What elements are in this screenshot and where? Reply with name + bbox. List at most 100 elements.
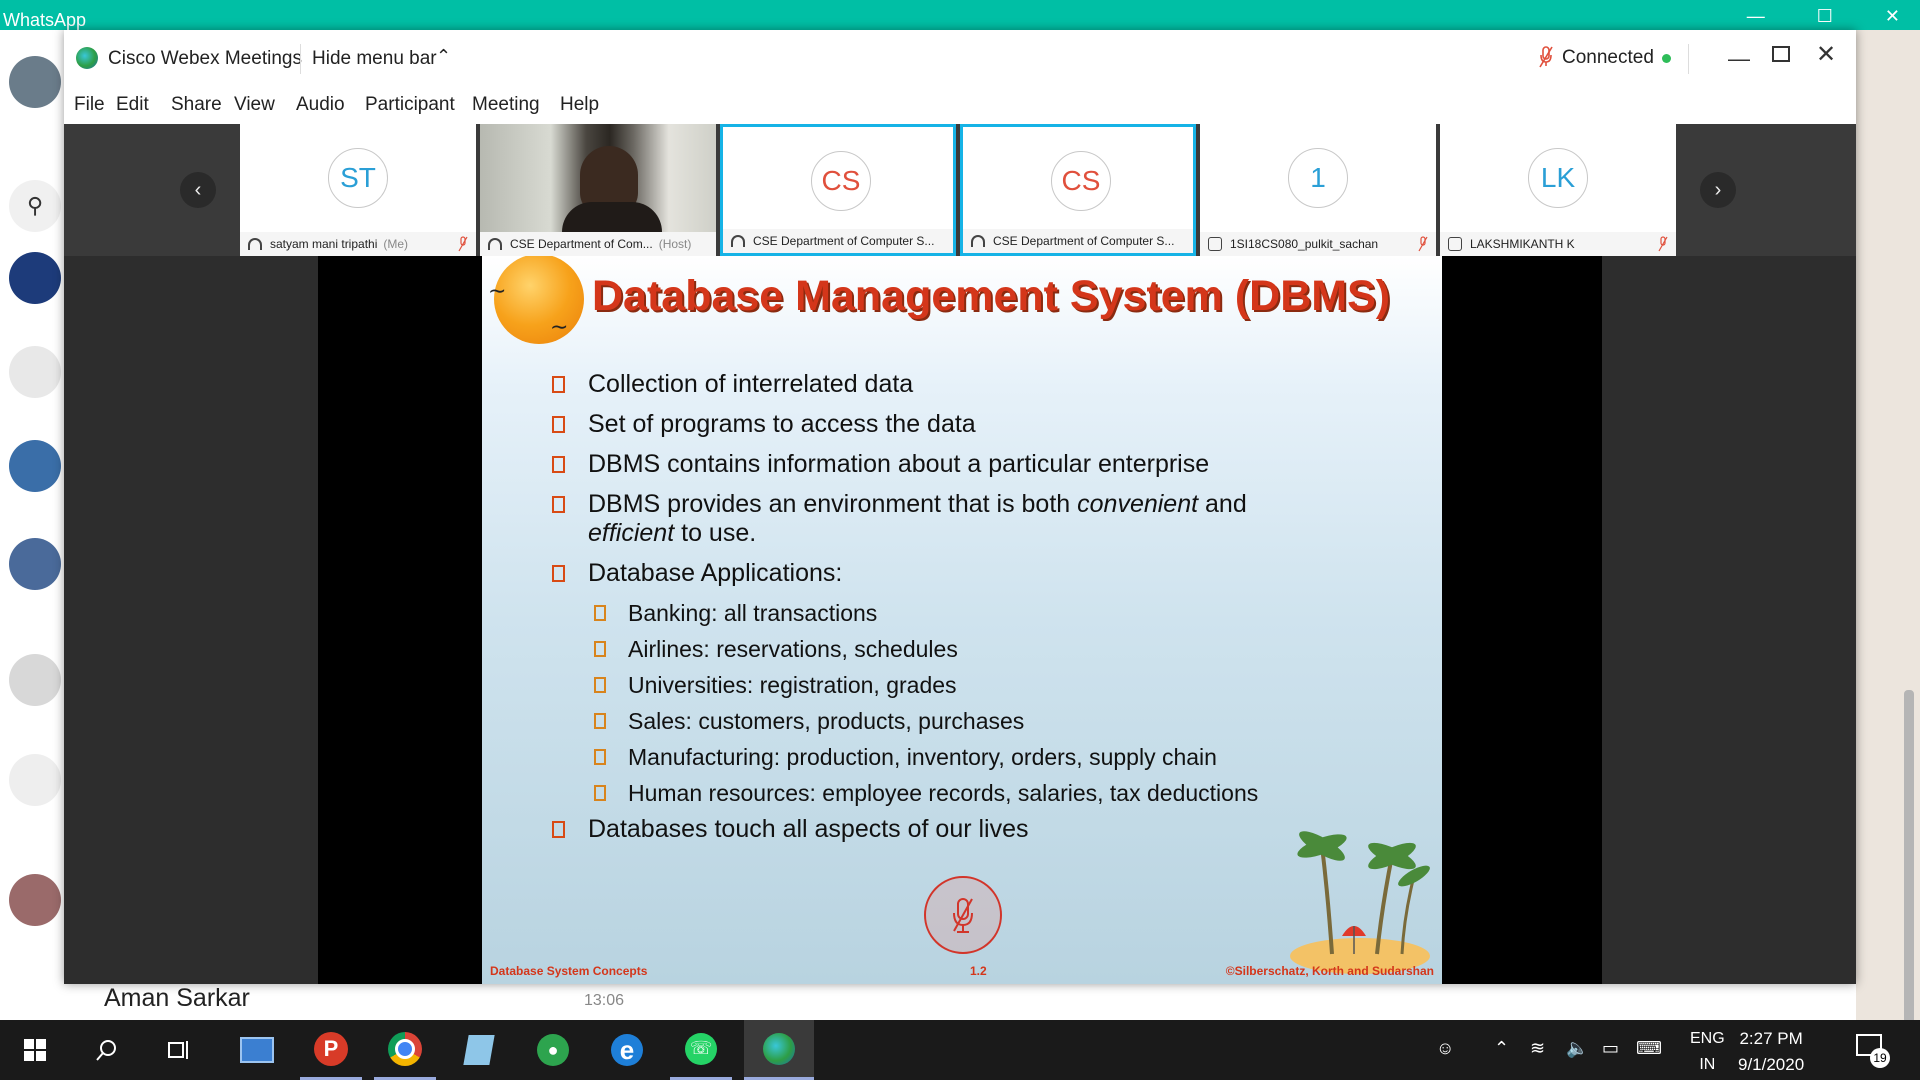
pocket-icon[interactable]: P xyxy=(300,1020,362,1080)
search-icon[interactable]: ⚲ xyxy=(9,180,61,232)
maximize-button[interactable] xyxy=(1772,46,1790,62)
bird-icon: ∼ xyxy=(550,314,569,339)
chat-avatar[interactable] xyxy=(9,538,61,590)
whatsapp-title: WhatsApp xyxy=(3,10,87,30)
chat-avatar[interactable] xyxy=(9,252,61,304)
participant-name: satyam mani tripathi xyxy=(270,237,378,251)
chevron-left-icon[interactable]: ‹ xyxy=(180,172,216,208)
sub-bullet-item: Airlines: reservations, schedules xyxy=(594,635,1412,663)
menu-audio[interactable]: Audio xyxy=(296,94,345,116)
menu-bar: File Edit Share View Audio Participant M… xyxy=(64,88,1856,124)
slide-number: 1.2 xyxy=(970,964,987,978)
phone-icon xyxy=(1208,237,1222,251)
participant-strip: ‹ ST satyam mani tripathi (Me) CSE Depar… xyxy=(64,124,1856,256)
menu-participant[interactable]: Participant xyxy=(365,94,455,116)
whatsapp-close-button[interactable]: ✕ xyxy=(1885,6,1900,27)
participant-initials: 1 xyxy=(1288,148,1348,208)
bullet-item: Set of programs to access the data xyxy=(552,410,1412,439)
chat-avatar[interactable] xyxy=(9,754,61,806)
whatsapp-titlebar: WhatsApp — ☐ ✕ xyxy=(0,0,1920,30)
shared-content-area: ∼ ∼ Database Management System (DBMS) Co… xyxy=(318,256,1602,984)
webex-icon[interactable] xyxy=(744,1020,814,1080)
windows-taskbar: P ● e ☏ ☺ ⌃ ≋ 🔈 ▭ ⌨ ENG IN 2:27 PM 9/1/2… xyxy=(0,1020,1920,1080)
wifi-icon[interactable]: ≋ xyxy=(1530,1038,1545,1059)
close-button[interactable]: ✕ xyxy=(1816,40,1836,69)
mute-button[interactable] xyxy=(924,876,1002,954)
chevron-up-icon[interactable]: ⌃ xyxy=(436,46,451,67)
menu-help[interactable]: Help xyxy=(560,94,599,116)
presentation-slide: ∼ ∼ Database Management System (DBMS) Co… xyxy=(482,256,1442,984)
edge-icon[interactable]: e xyxy=(596,1020,658,1080)
bullet-item: DBMS provides an environment that is bot… xyxy=(552,490,1412,548)
battery-icon[interactable]: ▭ xyxy=(1602,1038,1619,1059)
participant-tile[interactable]: LK LAKSHMIKANTH K xyxy=(1440,124,1676,256)
volume-icon[interactable]: 🔈 xyxy=(1566,1038,1588,1059)
chevron-right-icon[interactable]: › xyxy=(1700,172,1736,208)
chrome-icon[interactable] xyxy=(374,1020,436,1080)
menu-edit[interactable]: Edit xyxy=(116,94,149,116)
notification-center-icon[interactable]: 19 xyxy=(1856,1034,1890,1068)
group-avatar[interactable] xyxy=(9,654,61,706)
whatsapp-maximize-button[interactable]: ☐ xyxy=(1817,6,1833,27)
chevron-up-icon[interactable]: ⌃ xyxy=(1494,1038,1509,1059)
participant-initials: ST xyxy=(328,148,388,208)
sub-bullet-item: Manufacturing: production, inventory, or… xyxy=(594,743,1412,771)
laptop-icon[interactable] xyxy=(226,1020,288,1080)
slide-footer-right: ©Silberschatz, Korth and Sudarshan xyxy=(1225,964,1434,978)
participant-name: CSE Department of Computer S... xyxy=(753,234,935,248)
headset-icon xyxy=(971,235,985,247)
headset-icon xyxy=(488,238,502,250)
whatsapp-minimize-button[interactable]: — xyxy=(1747,6,1765,27)
minimize-button[interactable]: — xyxy=(1728,46,1750,72)
menu-share[interactable]: Share xyxy=(171,94,222,116)
whatsapp-icon[interactable]: ☏ xyxy=(670,1020,732,1080)
notepad-icon[interactable] xyxy=(448,1020,510,1080)
search-icon[interactable] xyxy=(76,1020,138,1080)
windows-icon[interactable] xyxy=(4,1020,66,1080)
meeting-stage: ‹ ST satyam mani tripathi (Me) CSE Depar… xyxy=(64,124,1856,984)
chat-avatar[interactable] xyxy=(9,440,61,492)
participant-tag: (Host) xyxy=(658,237,692,251)
notification-badge: 19 xyxy=(1870,1048,1890,1068)
whatsapp-chat-pane xyxy=(1856,30,1920,1040)
chat-avatar[interactable] xyxy=(9,346,61,398)
chat-name: Aman Sarkar xyxy=(104,984,250,1012)
mic-muted-icon xyxy=(953,898,973,933)
slide-bullets: Collection of interrelated data Set of p… xyxy=(552,370,1412,855)
webex-window: Cisco Webex Meetings Hide menu bar ⌃ Con… xyxy=(64,30,1856,984)
sub-bullet-item: Universities: registration, grades xyxy=(594,671,1412,699)
language-indicator[interactable]: ENG IN xyxy=(1690,1026,1725,1078)
people-icon[interactable]: ☺ xyxy=(1436,1038,1454,1059)
sub-bullet-item: Banking: all transactions xyxy=(594,599,1412,627)
gps-icon[interactable]: ● xyxy=(522,1020,584,1080)
participant-initials: CS xyxy=(1051,151,1111,211)
hide-menu-bar-button[interactable]: Hide menu bar xyxy=(312,48,437,70)
participant-tile[interactable]: CS CSE Department of Computer S... xyxy=(960,124,1196,256)
chat-avatar[interactable] xyxy=(9,874,61,926)
task-view-icon[interactable] xyxy=(148,1020,210,1080)
sun-logo-icon xyxy=(494,256,584,344)
whatsapp-chat-list-item[interactable]: Aman Sarkar 13:06 xyxy=(64,984,1856,1020)
participant-tile[interactable]: 1 1SI18CS080_pulkit_sachan xyxy=(1200,124,1436,256)
connection-status: Connected xyxy=(1562,47,1654,68)
participant-tag: (Me) xyxy=(383,237,409,251)
participant-name: CSE Department of Computer S... xyxy=(993,234,1175,248)
phone-icon xyxy=(1448,237,1462,251)
menu-meeting[interactable]: Meeting xyxy=(472,94,540,116)
sub-bullet-item: Human resources: employee records, salar… xyxy=(594,779,1412,807)
profile-avatar[interactable] xyxy=(9,56,61,108)
participant-name: 1SI18CS080_pulkit_sachan xyxy=(1230,237,1379,251)
participant-tile[interactable]: CS CSE Department of Computer S... xyxy=(720,124,956,256)
webex-logo-icon xyxy=(76,47,98,69)
participant-tile-host[interactable]: CSE Department of Com... (Host) xyxy=(480,124,716,256)
sub-bullet-item: Sales: customers, products, purchases xyxy=(594,707,1412,735)
menu-file[interactable]: File xyxy=(74,94,105,116)
participant-tile[interactable]: ST satyam mani tripathi (Me) xyxy=(240,124,476,256)
webex-app-title: Cisco Webex Meetings xyxy=(108,48,302,69)
menu-view[interactable]: View xyxy=(234,94,275,116)
participant-initials: CS xyxy=(811,151,871,211)
keyboard-icon[interactable]: ⌨ xyxy=(1636,1038,1662,1059)
status-dot xyxy=(1662,54,1671,63)
clock[interactable]: 2:27 PM 9/1/2020 xyxy=(1738,1026,1804,1078)
scrollbar[interactable] xyxy=(1904,690,1914,1040)
